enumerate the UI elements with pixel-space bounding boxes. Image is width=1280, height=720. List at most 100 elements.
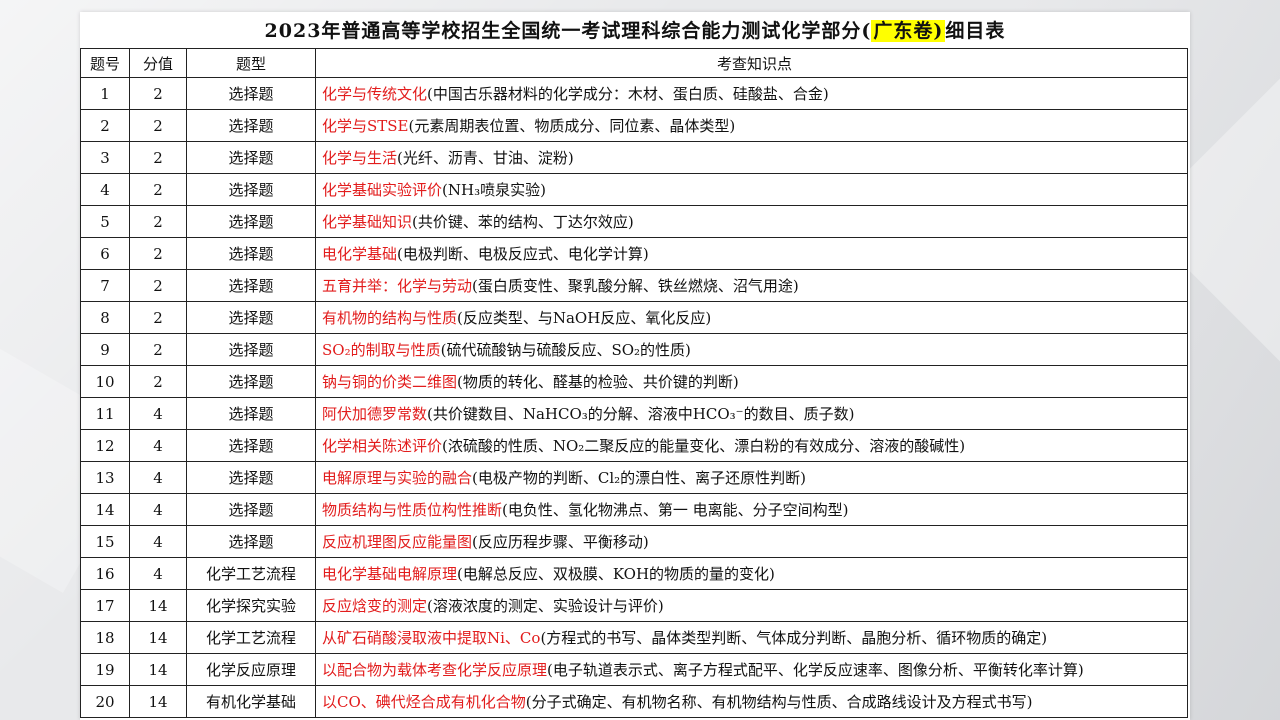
- question-number: 18: [80, 621, 130, 654]
- question-number: 19: [80, 653, 130, 686]
- table-row: 18 14 化学工艺流程 从矿石硝酸浸取液中提取Ni、Co(方程式的书写、晶体类型判断…: [80, 621, 1188, 654]
- topic-label: 钠与铜的价类二维图: [322, 373, 458, 391]
- topic-detail: (溶液浓度的测定、实验设计与评价): [427, 597, 664, 615]
- question-type: 选择题: [186, 269, 316, 302]
- knowledge-points: 化学相关陈述评价(浓硫酸的性质、NO₂二聚反应的能量变化、漂白粉的有效成分、溶液…: [315, 429, 1188, 462]
- question-number: 1: [80, 77, 130, 110]
- question-type: 选择题: [186, 77, 316, 110]
- topic-label: 电解原理与实验的融合: [322, 469, 473, 487]
- topic-detail: (方程式的书写、晶体类型判断、气体成分判断、晶胞分析、循环物质的确定): [540, 629, 1048, 647]
- knowledge-points: 化学与生活(光纤、沥青、甘油、淀粉): [315, 141, 1188, 174]
- knowledge-points: 反应焓变的测定(溶液浓度的测定、实验设计与评价): [315, 589, 1188, 622]
- topic-label: 化学基础实验评价: [322, 181, 443, 199]
- score-cell: 2: [129, 301, 187, 334]
- question-type: 选择题: [186, 429, 316, 462]
- question-number: 7: [80, 269, 130, 302]
- table-row: 10 2 选择题 钠与铜的价类二维图(物质的转化、醛基的检验、共价键的判断): [80, 365, 1188, 398]
- question-number: 14: [80, 493, 130, 526]
- topic-detail: (分子式确定、有机物名称、有机物结构与性质、合成路线设计及方程式书写): [525, 693, 1033, 711]
- topic-detail: (电子轨道表示式、离子方程式配平、化学反应速率、图像分析、平衡转化率计算): [547, 661, 1084, 679]
- question-number: 13: [80, 461, 130, 494]
- table-body: 1 2 选择题 化学与传统文化(中国古乐器材料的化学成分：木材、蛋白质、硅酸盐、合金)…: [80, 77, 1188, 718]
- question-number: 17: [80, 589, 130, 622]
- score-cell: 14: [129, 685, 187, 718]
- question-number: 2: [80, 109, 130, 142]
- topic-detail: (反应历程步骤、平衡移动): [472, 533, 649, 551]
- table-row: 2 2 选择题 化学与STSE(元素周期表位置、物质成分、同位素、晶体类型): [80, 109, 1188, 142]
- table-row: 6 2 选择题 电化学基础(电极判断、电极反应式、电化学计算): [80, 237, 1188, 270]
- score-cell: 2: [129, 269, 187, 302]
- score-cell: 4: [129, 557, 187, 590]
- question-number: 11: [80, 397, 130, 430]
- detail-table: 题号 分值 题型 考查知识点 1 2 选择题 化学与传统文化(中国古乐器材料的化学成分…: [80, 48, 1188, 718]
- score-cell: 2: [129, 205, 187, 238]
- knowledge-points: 五育并举：化学与劳动(蛋白质变性、聚乳酸分解、铁丝燃烧、沼气用途): [315, 269, 1188, 302]
- topic-label: 化学相关陈述评价: [322, 437, 443, 455]
- question-type: 化学工艺流程: [186, 621, 316, 654]
- score-cell: 4: [129, 493, 187, 526]
- header-question-number: 题号: [80, 48, 130, 78]
- table-row: 1 2 选择题 化学与传统文化(中国古乐器材料的化学成分：木材、蛋白质、硅酸盐、合金): [80, 77, 1188, 110]
- topic-detail: (元素周期表位置、物质成分、同位素、晶体类型): [408, 117, 736, 135]
- topic-detail: (蛋白质变性、聚乳酸分解、铁丝燃烧、沼气用途): [472, 277, 799, 295]
- score-cell: 2: [129, 141, 187, 174]
- knowledge-points: 电化学基础(电极判断、电极反应式、电化学计算): [315, 237, 1188, 270]
- score-cell: 4: [129, 429, 187, 462]
- question-number: 5: [80, 205, 130, 238]
- table-header-row: 题号 分值 题型 考查知识点: [80, 48, 1188, 78]
- topic-label: 化学与传统文化: [322, 85, 428, 103]
- topic-label: 反应机理图反应能量图: [322, 533, 473, 551]
- score-cell: 4: [129, 525, 187, 558]
- knowledge-points: 电化学基础电解原理(电解总反应、双极膜、KOH的物质的量的变化): [315, 557, 1188, 590]
- knowledge-points: 以配合物为载体考查化学反应原理(电子轨道表示式、离子方程式配平、化学反应速率、图…: [315, 653, 1188, 686]
- table-row: 5 2 选择题 化学基础知识(共价键、苯的结构、丁达尔效应): [80, 205, 1188, 238]
- topic-label: 化学与生活: [322, 149, 398, 167]
- knowledge-points: 钠与铜的价类二维图(物质的转化、醛基的检验、共价键的判断): [315, 365, 1188, 398]
- topic-detail: (电极产物的判断、Cl₂的漂白性、离子还原性判断): [472, 469, 807, 487]
- knowledge-points: 有机物的结构与性质(反应类型、与NaOH反应、氧化反应): [315, 301, 1188, 334]
- topic-detail: (浓硫酸的性质、NO₂二聚反应的能量变化、漂白粉的有效成分、溶液的酸碱性): [442, 437, 966, 455]
- score-cell: 14: [129, 589, 187, 622]
- topic-detail: (物质的转化、醛基的检验、共价键的判断): [457, 373, 739, 391]
- knowledge-points: 化学与STSE(元素周期表位置、物质成分、同位素、晶体类型): [315, 109, 1188, 142]
- question-type: 选择题: [186, 205, 316, 238]
- question-type: 化学探究实验: [186, 589, 316, 622]
- topic-label: 化学与STSE: [322, 117, 409, 135]
- topic-label: SO₂的制取与性质: [322, 341, 441, 359]
- topic-label: 以CO、碘代烃合成有机化合物: [322, 693, 526, 711]
- question-number: 3: [80, 141, 130, 174]
- table-row: 20 14 有机化学基础 以CO、碘代烃合成有机化合物(分子式确定、有机物名称、有机物…: [80, 685, 1188, 718]
- question-number: 10: [80, 365, 130, 398]
- table-row: 16 4 化学工艺流程 电化学基础电解原理(电解总反应、双极膜、KOH的物质的量的变化…: [80, 557, 1188, 590]
- question-type: 选择题: [186, 333, 316, 366]
- question-number: 9: [80, 333, 130, 366]
- topic-label: 以配合物为载体考查化学反应原理: [322, 661, 548, 679]
- score-cell: 2: [129, 365, 187, 398]
- question-type: 选择题: [186, 461, 316, 494]
- score-cell: 14: [129, 653, 187, 686]
- knowledge-points: 从矿石硝酸浸取液中提取Ni、Co(方程式的书写、晶体类型判断、气体成分判断、晶胞…: [315, 621, 1188, 654]
- topic-detail: (电极判断、电极反应式、电化学计算): [397, 245, 649, 263]
- question-type: 选择题: [186, 365, 316, 398]
- knowledge-points: 物质结构与性质位构性推断(电负性、氢化物沸点、第一 电离能、分子空间构型): [315, 493, 1188, 526]
- topic-detail: (电负性、氢化物沸点、第一 电离能、分子空间构型): [502, 501, 849, 519]
- topic-label: 从矿石硝酸浸取液中提取Ni、Co: [322, 629, 541, 647]
- table-row: 3 2 选择题 化学与生活(光纤、沥青、甘油、淀粉): [80, 141, 1188, 174]
- score-cell: 4: [129, 397, 187, 430]
- question-number: 15: [80, 525, 130, 558]
- knowledge-points: 反应机理图反应能量图(反应历程步骤、平衡移动): [315, 525, 1188, 558]
- table-row: 14 4 选择题 物质结构与性质位构性推断(电负性、氢化物沸点、第一 电离能、分子空间…: [80, 493, 1188, 526]
- title-highlight: 广东卷): [871, 20, 946, 42]
- table-row: 19 14 化学反应原理 以配合物为载体考查化学反应原理(电子轨道表示式、离子方程式配…: [80, 653, 1188, 686]
- topic-detail: (硫代硫酸钠与硫酸反应、SO₂的性质): [440, 341, 691, 359]
- header-question-type: 题型: [186, 48, 316, 78]
- topic-label: 物质结构与性质位构性推断: [322, 501, 503, 519]
- topic-label: 有机物的结构与性质: [322, 309, 458, 327]
- header-score: 分值: [129, 48, 187, 78]
- table-row: 4 2 选择题 化学基础实验评价(NH₃喷泉实验): [80, 173, 1188, 206]
- question-number: 16: [80, 557, 130, 590]
- topic-detail: (NH₃喷泉实验): [442, 181, 546, 199]
- question-type: 有机化学基础: [186, 685, 316, 718]
- title-text: 2023年普通高等学校招生全国统一考试理科综合能力测试化学部分(: [264, 20, 872, 42]
- table-row: 11 4 选择题 阿伏加德罗常数(共价键数目、NaHCO₃的分解、溶液中HCO₃⁻的数…: [80, 397, 1188, 430]
